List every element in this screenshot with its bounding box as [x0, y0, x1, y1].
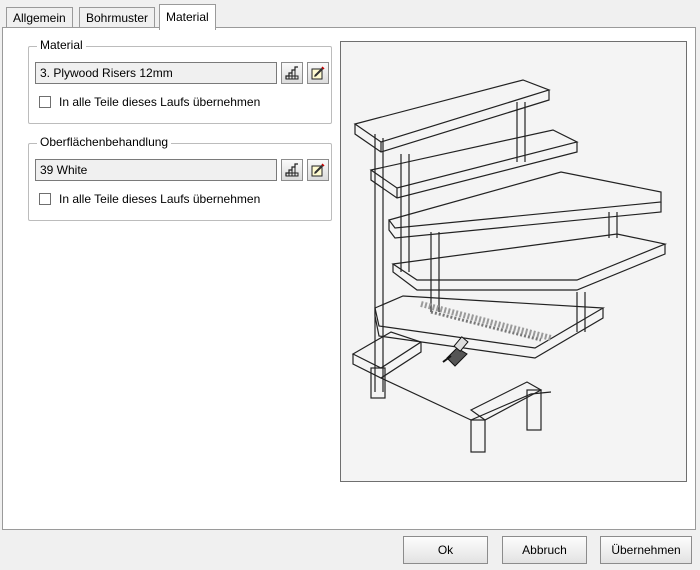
- surface-group: Oberflächenbehandlung 39 White In alle T…: [28, 135, 332, 221]
- apply-button[interactable]: Übernehmen: [600, 536, 692, 564]
- tab-allgemein[interactable]: Allgemein: [6, 7, 73, 27]
- surface-group-title: Oberflächenbehandlung: [37, 135, 172, 149]
- edit-pencil-icon[interactable]: [307, 62, 329, 84]
- material-group: Material 3. Plywood Risers 12mm In alle …: [28, 38, 332, 124]
- stair-wireframe-preview: [351, 79, 668, 453]
- stair-library-icon[interactable]: [281, 62, 303, 84]
- ok-button[interactable]: Ok: [403, 536, 488, 564]
- tab-bohrmuster[interactable]: Bohrmuster: [79, 7, 156, 27]
- surface-apply-all-label: In alle Teile dieses Laufs übernehmen: [59, 192, 261, 206]
- cancel-button[interactable]: Abbruch: [502, 536, 587, 564]
- material-apply-all-row[interactable]: In alle Teile dieses Laufs übernehmen: [39, 95, 260, 109]
- material-group-title: Material: [37, 38, 86, 52]
- tab-material[interactable]: Material: [159, 4, 216, 30]
- material-field[interactable]: 3. Plywood Risers 12mm: [35, 62, 277, 84]
- surface-field[interactable]: 39 White: [35, 159, 277, 181]
- material-apply-all-checkbox[interactable]: [39, 96, 51, 108]
- stair-preview-panel: [340, 41, 687, 482]
- tab-panel-material: Material 3. Plywood Risers 12mm In alle …: [2, 27, 696, 530]
- material-apply-all-label: In alle Teile dieses Laufs übernehmen: [59, 95, 261, 109]
- stair-library-icon[interactable]: [281, 159, 303, 181]
- surface-apply-all-checkbox[interactable]: [39, 193, 51, 205]
- edit-pencil-icon[interactable]: [307, 159, 329, 181]
- surface-apply-all-row[interactable]: In alle Teile dieses Laufs übernehmen: [39, 192, 260, 206]
